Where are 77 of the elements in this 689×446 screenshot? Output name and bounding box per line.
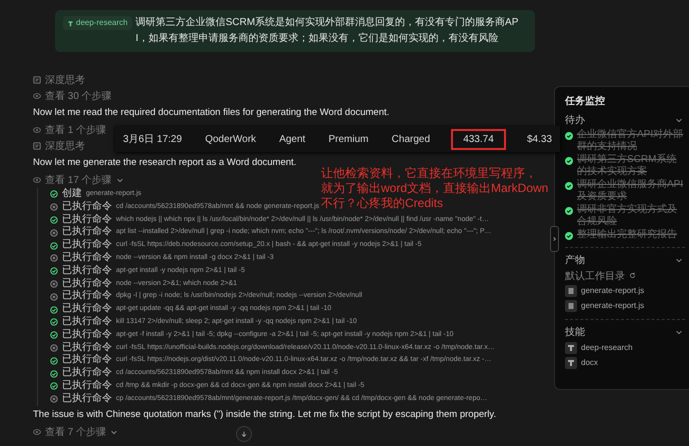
steps-toggle[interactable]: 查看 17 个步骤: [45, 173, 112, 187]
log-action: 已执行命令: [62, 303, 112, 316]
panel-title: 任务监控: [565, 94, 606, 108]
usage-cell-text: Agent: [278, 132, 306, 146]
section-title: 产物: [565, 254, 585, 267]
log-action: 已执行命令: [62, 239, 112, 252]
log-action: 已执行命令: [62, 214, 112, 226]
eye-icon: [33, 92, 41, 100]
steps-toggle[interactable]: 查看 7 个步骤: [45, 424, 106, 439]
chevron-down-icon[interactable]: [675, 328, 683, 336]
log-action: 已执行命令: [62, 226, 112, 238]
annotation-text: 不行？心疼我的Credits: [321, 196, 444, 211]
annotation-text: 让他检索资料，它直接在环境里写程序，: [321, 166, 538, 181]
message-text: The issue is with Chinese quotation marks (") inside the string. Let me fix the script by escaping them properly.: [33, 408, 496, 422]
todo-item: 调研第三方SCRM系统的技术实现方案: [577, 154, 678, 178]
annotation-text: 就为了输出word文档，直接输出MarkDown: [321, 181, 548, 196]
chevron-down-icon[interactable]: [116, 176, 124, 184]
thinking-label: 深度思考: [45, 74, 85, 87]
log-action: 创建: [62, 188, 82, 200]
log-action: 已执行命令: [62, 278, 112, 290]
square-icon: [33, 76, 41, 84]
usage-cell-text: $4.33: [526, 132, 553, 146]
check-circle-icon: [565, 207, 573, 215]
log-action: 已执行命令: [62, 380, 112, 392]
eye-icon: [33, 126, 41, 134]
thinking-label: 深度思考: [45, 140, 85, 153]
log-action: 已执行命令: [62, 252, 112, 264]
usage-cell: 433.74: [451, 128, 506, 150]
refresh-icon[interactable]: [629, 272, 636, 279]
steps-toggle[interactable]: 查看 1 个步骤: [45, 123, 106, 137]
log-action: 已执行命令: [62, 328, 112, 342]
message-text: Now let me generate the research report as a Word document.: [33, 156, 296, 170]
eye-icon: [33, 176, 41, 184]
todo-item: 企业微信官方API对外部群的支持情况: [577, 129, 684, 153]
steps-toggle[interactable]: 查看 30 个步骤: [45, 89, 112, 103]
hammer-icon: [67, 20, 74, 26]
scroll-down-button[interactable]: [236, 426, 252, 442]
usage-cell-text: Charged: [390, 132, 432, 146]
todo-item: 调研非官方实现方式及合规风险: [577, 204, 678, 228]
prompt-text: 调研第三方企业微信SCRM系统是如何实现外部群消息回复的，有没有专门的服务商API，如果有整理申请服务商的资质要求；如果没有，它们是如何实现的，有没有风险: [136, 16, 520, 46]
usage-cell-text: Premium: [328, 132, 370, 146]
skill-item[interactable]: deep-research: [581, 343, 633, 352]
file-item[interactable]: generate-report.js: [581, 286, 644, 295]
section-title: 待办: [565, 114, 585, 127]
skill-item[interactable]: docx: [581, 358, 598, 367]
log-action: 已执行命令: [62, 264, 112, 278]
hammer-icon: [565, 342, 577, 354]
log-action: 已执行命令: [62, 290, 112, 302]
file-item[interactable]: generate-report.js: [581, 301, 644, 310]
log-action: 已执行命令: [62, 367, 112, 380]
todo-item: 调研企业微信服务商API及资质要求: [577, 179, 684, 203]
log-action: 已执行命令: [62, 392, 112, 406]
check-circle-icon: [565, 132, 573, 140]
check-circle-icon: [565, 232, 573, 240]
arrow-down-icon[interactable]: [240, 430, 248, 438]
chevron-right-icon[interactable]: [552, 235, 557, 243]
chevron-down-icon[interactable]: [675, 256, 683, 264]
log-action: 已执行命令: [62, 342, 112, 354]
log-action: 已执行命令: [62, 316, 112, 328]
skill-tag: deep-research: [63, 16, 132, 30]
chevron-down-icon[interactable]: [675, 116, 683, 124]
log-action: 已执行命令: [62, 200, 112, 214]
check-circle-icon: [565, 157, 573, 165]
hammer-icon: [565, 356, 577, 368]
todo-item: 整理输出完整研究报告: [577, 229, 677, 241]
usage-cell-text: 3月6日 17:29: [122, 133, 183, 147]
usage-cell-text: QoderWork: [204, 132, 258, 146]
file-icon: [565, 284, 577, 296]
section-title: 技能: [565, 326, 585, 339]
check-circle-icon: [565, 182, 573, 190]
eye-icon: [33, 428, 41, 436]
file-icon: [565, 300, 577, 312]
collapse-handle[interactable]: [550, 226, 559, 252]
square-icon: [33, 142, 41, 150]
log-action: 已执行命令: [62, 354, 112, 366]
message-text: Now let me read the required documentation files for generating the Word document.: [33, 106, 390, 120]
folder-label: 默认工作目录: [565, 270, 625, 282]
